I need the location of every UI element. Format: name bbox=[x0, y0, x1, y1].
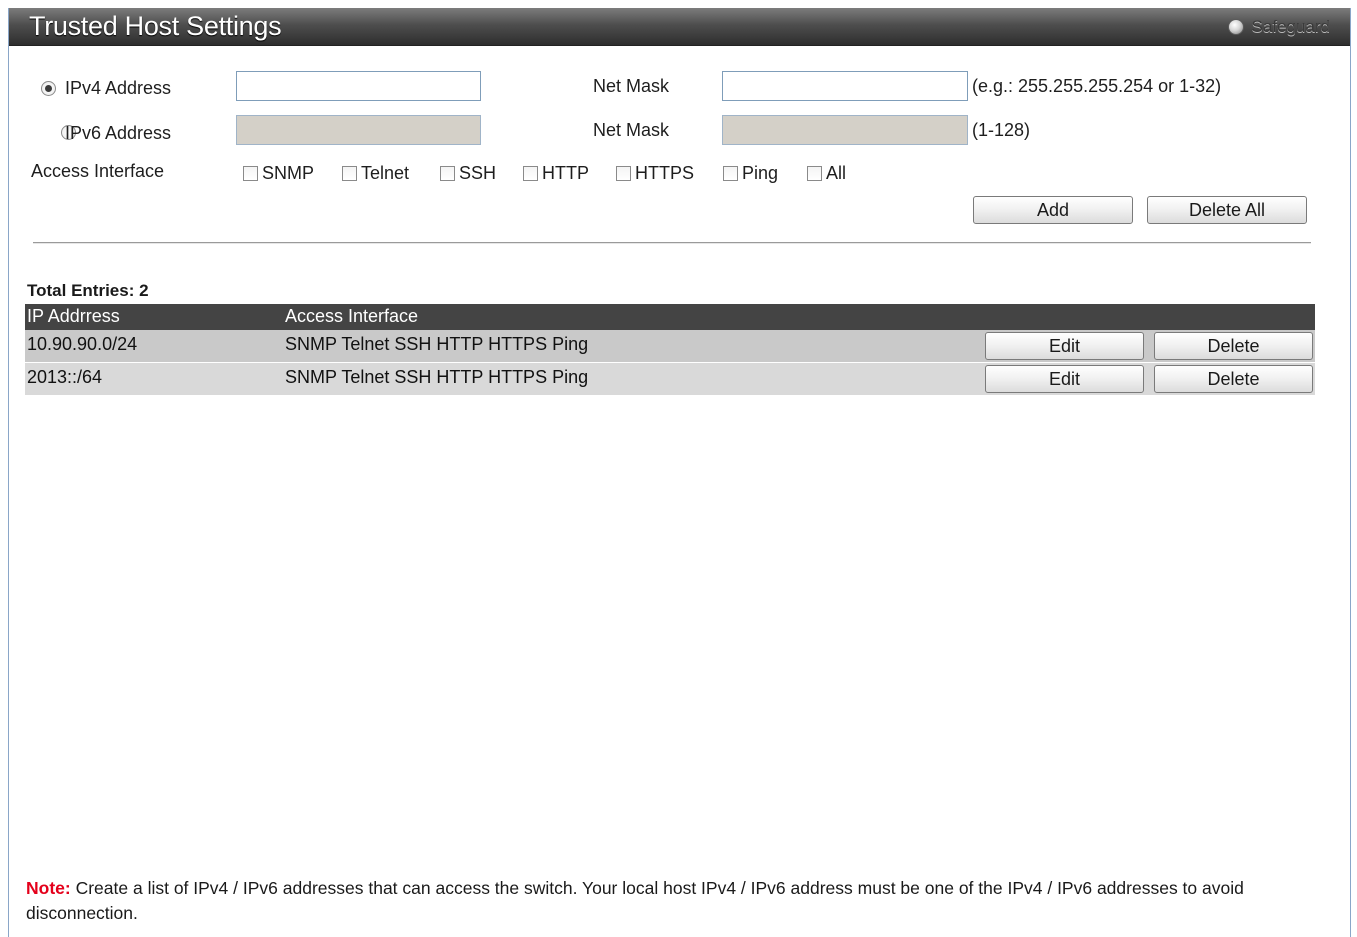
ipv6-address-input[interactable] bbox=[236, 115, 481, 145]
edit-button[interactable]: Edit bbox=[985, 332, 1144, 360]
delete-button[interactable]: Delete bbox=[1154, 365, 1313, 393]
safeguard-label: Safeguard bbox=[1251, 17, 1330, 36]
netmask-ipv4-hint: (e.g.: 255.255.255.254 or 1-32) bbox=[972, 76, 1222, 96]
checkbox-ping[interactable]: Ping bbox=[723, 163, 778, 184]
column-header-ip-address: IP Addrress bbox=[27, 306, 120, 326]
checkbox-snmp-box[interactable] bbox=[243, 166, 258, 181]
row-access-interface: SNMP Telnet SSH HTTP HTTPS Ping bbox=[285, 334, 589, 354]
total-entries: Total Entries: 2 bbox=[27, 281, 149, 300]
page-title: Trusted Host Settings bbox=[29, 11, 282, 41]
checkbox-http-box[interactable] bbox=[523, 166, 538, 181]
table-header: IP Addrress Access Interface bbox=[25, 304, 1315, 330]
checkbox-ping-box[interactable] bbox=[723, 166, 738, 181]
netmask-label-ipv4: Net Mask bbox=[593, 76, 670, 96]
checkbox-ssh[interactable]: SSH bbox=[440, 163, 496, 184]
safeguard-indicator[interactable]: Safeguard bbox=[1227, 17, 1330, 37]
ipv4-address-label: IPv4 Address bbox=[65, 78, 172, 98]
checkbox-snmp[interactable]: SNMP bbox=[243, 163, 314, 184]
row-ip-address: 10.90.90.0/24 bbox=[27, 334, 138, 354]
checkbox-all-box[interactable] bbox=[807, 166, 822, 181]
delete-all-button[interactable]: Delete All bbox=[1147, 196, 1307, 224]
netmask-ipv6-hint: (1-128) bbox=[972, 120, 1031, 140]
checkbox-https[interactable]: HTTPS bbox=[616, 163, 694, 184]
checkbox-snmp-label: SNMP bbox=[262, 163, 315, 183]
section-divider bbox=[33, 242, 1311, 244]
safeguard-icon bbox=[1227, 19, 1244, 35]
note-label: Note: bbox=[26, 878, 71, 898]
ipv6-address-label: IPv6 Address bbox=[65, 123, 172, 143]
title-bar: Trusted Host Settings Safeguard bbox=[9, 8, 1350, 46]
checkbox-all-label: All bbox=[826, 163, 847, 183]
checkbox-ssh-label: SSH bbox=[459, 163, 497, 183]
note-text-block: Note: Create a list of IPv4 / IPv6 addre… bbox=[26, 876, 1346, 926]
checkbox-https-box[interactable] bbox=[616, 166, 631, 181]
checkbox-all[interactable]: All bbox=[807, 163, 846, 184]
checkbox-telnet-box[interactable] bbox=[342, 166, 357, 181]
checkbox-ping-label: Ping bbox=[742, 163, 779, 183]
checkbox-ssh-box[interactable] bbox=[440, 166, 455, 181]
ipv4-address-input[interactable] bbox=[236, 71, 481, 101]
page-frame: Trusted Host Settings Safeguard IPv4 Add… bbox=[8, 8, 1351, 937]
netmask-ipv4-input[interactable] bbox=[722, 71, 968, 101]
add-button[interactable]: Add bbox=[973, 196, 1133, 224]
edit-button[interactable]: Edit bbox=[985, 365, 1144, 393]
row-ip-address: 2013::/64 bbox=[27, 367, 103, 387]
table-row: 2013::/64 SNMP Telnet SSH HTTP HTTPS Pin… bbox=[25, 363, 1315, 395]
checkbox-http[interactable]: HTTP bbox=[523, 163, 589, 184]
column-header-access-interface: Access Interface bbox=[285, 306, 419, 326]
checkbox-https-label: HTTPS bbox=[635, 163, 695, 183]
table-row: 10.90.90.0/24 SNMP Telnet SSH HTTP HTTPS… bbox=[25, 330, 1315, 362]
delete-button[interactable]: Delete bbox=[1154, 332, 1313, 360]
ipv4-radio[interactable] bbox=[41, 81, 56, 96]
row-access-interface: SNMP Telnet SSH HTTP HTTPS Ping bbox=[285, 367, 589, 387]
checkbox-http-label: HTTP bbox=[542, 163, 589, 183]
netmask-ipv6-input[interactable] bbox=[722, 115, 968, 145]
netmask-label-ipv6: Net Mask bbox=[593, 120, 670, 140]
checkbox-telnet[interactable]: Telnet bbox=[342, 163, 409, 184]
access-interface-label: Access Interface bbox=[31, 161, 165, 181]
checkbox-telnet-label: Telnet bbox=[361, 163, 410, 183]
note-text: Create a list of IPv4 / IPv6 addresses t… bbox=[26, 878, 1244, 923]
